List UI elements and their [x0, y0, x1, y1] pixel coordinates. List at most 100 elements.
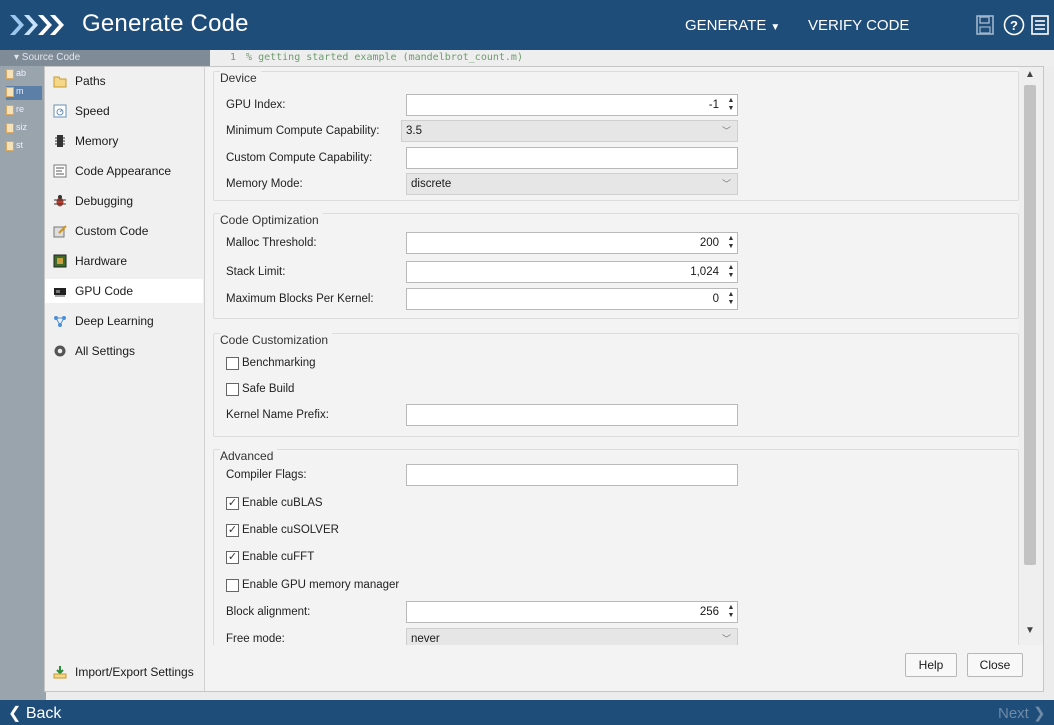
code-optimization-title: Code Optimization — [220, 213, 323, 227]
stack-limit-field[interactable]: 1,024 ▲ ▼ — [406, 261, 738, 283]
back-button[interactable]: ❮ Back — [8, 703, 61, 723]
code-editor-line: 1% getting started example (mandelbrot_c… — [210, 50, 1054, 66]
import-export-settings-button[interactable]: Import/Export Settings — [45, 657, 203, 687]
code-customization-group: Code Customization Benchmarking Safe Bui… — [213, 333, 1019, 437]
chevron-right-icon: ❯ — [1028, 705, 1046, 722]
nav-item-deep-learning[interactable]: Deep Learning — [45, 309, 203, 333]
file-icon — [6, 68, 14, 79]
nav-item-memory[interactable]: Memory — [45, 129, 203, 153]
code-appearance-icon — [53, 164, 67, 178]
file-icon — [6, 104, 14, 115]
memory-chip-icon — [55, 135, 65, 147]
nav-item-custom-code[interactable]: Custom Code — [45, 219, 203, 243]
source-file-item[interactable]: re — [6, 104, 42, 118]
nav-item-paths[interactable]: Paths — [45, 69, 203, 93]
scrollbar-thumb[interactable] — [1024, 85, 1036, 565]
max-blocks-per-kernel-field[interactable]: 0 ▲ ▼ — [406, 288, 738, 310]
malloc-threshold-field[interactable]: 200 ▲ ▼ — [406, 232, 738, 254]
nav-item-debugging[interactable]: Debugging — [45, 189, 203, 213]
checkmark-icon[interactable]: ✓ — [226, 550, 239, 564]
bottom-bar: ❮ Back Next ❯ — [0, 700, 1054, 725]
verify-code-button[interactable]: VERIFY CODE — [808, 17, 909, 34]
chevron-down-icon: ﹀ — [721, 634, 731, 644]
checkbox-icon[interactable] — [226, 578, 239, 592]
block-alignment-label: Block alignment: — [226, 606, 311, 618]
nav-item-speed[interactable]: Speed — [45, 99, 203, 123]
file-icon — [6, 86, 14, 97]
folder-icon — [53, 76, 67, 88]
stack-limit-label: Stack Limit: — [226, 266, 286, 278]
custom-compute-capability-label: Custom Compute Capability: — [226, 152, 373, 164]
source-file-item[interactable]: m — [6, 86, 42, 100]
title-bar: Generate Code GENERATE ▼ VERIFY CODE ? — [0, 0, 1054, 50]
enable-gpu-memory-manager-checkbox[interactable]: Enable GPU memory manager — [226, 574, 399, 596]
chevron-down-icon: ▼ — [770, 22, 781, 33]
next-button[interactable]: Next ❯ — [998, 704, 1046, 722]
checkbox-icon[interactable] — [226, 382, 239, 396]
checkbox-icon[interactable] — [226, 356, 239, 370]
enable-cublas-checkbox[interactable]: ✓ Enable cuBLAS — [226, 492, 323, 514]
free-mode-label: Free mode: — [226, 633, 285, 645]
help-icon[interactable]: ? — [1003, 14, 1025, 36]
settings-dialog: Paths Speed Memory Code Appearance Debug… — [44, 66, 1044, 692]
bug-icon — [54, 195, 66, 207]
code-customization-title: Code Customization — [220, 333, 333, 347]
gpu-index-label: GPU Index: — [226, 99, 286, 111]
spinner-icon[interactable]: ▲ ▼ — [726, 264, 736, 280]
vertical-scrollbar[interactable]: ▲ ▼ — [1019, 67, 1043, 645]
network-icon — [54, 316, 66, 327]
settings-content: Device GPU Index: -1 ▲ ▼ Minimum Compute C… — [205, 67, 1019, 645]
compiler-flags-field[interactable] — [406, 464, 738, 486]
memory-mode-dropdown[interactable]: discrete ﹀ — [406, 173, 738, 195]
compiler-flags-label: Compiler Flags: — [226, 469, 307, 481]
max-blocks-per-kernel-label: Maximum Blocks Per Kernel: — [226, 293, 374, 305]
spinner-icon[interactable]: ▲ ▼ — [726, 97, 736, 113]
gpu-index-field[interactable]: -1 ▲ ▼ — [406, 94, 738, 116]
scroll-up-icon[interactable]: ▲ — [1025, 69, 1035, 80]
custom-code-icon — [53, 225, 67, 238]
checkmark-icon[interactable]: ✓ — [226, 523, 239, 537]
benchmarking-checkbox[interactable]: Benchmarking — [226, 352, 316, 374]
import-export-icon — [53, 666, 67, 679]
help-button[interactable]: Help — [905, 653, 957, 677]
source-file-item[interactable]: siz — [6, 122, 42, 136]
min-compute-capability-dropdown[interactable]: 3.5 ﹀ — [401, 120, 738, 142]
nav-item-gpu-code[interactable]: GPU Code — [45, 279, 203, 303]
scroll-down-icon[interactable]: ▼ — [1025, 625, 1035, 636]
advanced-title: Advanced — [220, 449, 278, 463]
source-file-item[interactable]: ab — [6, 68, 42, 82]
device-group: Device GPU Index: -1 ▲ ▼ Minimum Compute C… — [213, 71, 1019, 201]
custom-compute-capability-field[interactable] — [406, 147, 738, 169]
enable-cufft-checkbox[interactable]: ✓ Enable cuFFT — [226, 546, 314, 568]
min-compute-capability-label: Minimum Compute Capability: — [226, 125, 380, 137]
generate-button[interactable]: GENERATE ▼ — [685, 17, 780, 34]
settings-nav: Paths Speed Memory Code Appearance Debug… — [45, 67, 205, 691]
kernel-name-prefix-label: Kernel Name Prefix: — [226, 409, 329, 421]
block-alignment-field[interactable]: 256 ▲ ▼ — [406, 601, 738, 623]
source-file-item[interactable]: st — [6, 140, 42, 154]
enable-cusolver-checkbox[interactable]: ✓ Enable cuSOLVER — [226, 519, 339, 541]
spinner-icon[interactable]: ▲ ▼ — [726, 235, 736, 251]
safe-build-checkbox[interactable]: Safe Build — [226, 378, 294, 400]
menu-icon[interactable] — [1030, 14, 1050, 36]
nav-item-hardware[interactable]: Hardware — [45, 249, 203, 273]
generate-code-logo-icon — [10, 15, 64, 35]
save-icon[interactable] — [975, 14, 995, 36]
nav-item-code-appearance[interactable]: Code Appearance — [45, 159, 203, 183]
device-group-title: Device — [220, 71, 261, 85]
close-button[interactable]: Close — [967, 653, 1023, 677]
gpu-card-icon — [54, 288, 66, 297]
spinner-icon[interactable]: ▲ ▼ — [726, 604, 736, 620]
kernel-name-prefix-field[interactable] — [406, 404, 738, 426]
chevron-left-icon: ❮ — [8, 705, 26, 722]
chevron-down-icon: ﹀ — [721, 179, 731, 189]
file-icon — [6, 122, 14, 133]
nav-item-all-settings[interactable]: All Settings — [45, 339, 203, 363]
checkmark-icon[interactable]: ✓ — [226, 496, 239, 510]
app-title: Generate Code — [82, 10, 249, 37]
chevron-down-icon: ﹀ — [721, 126, 731, 136]
spinner-icon[interactable]: ▲ ▼ — [726, 291, 736, 307]
advanced-group: Advanced Compiler Flags: ✓ Enable cuBLAS … — [213, 449, 1019, 645]
svg-text:?: ? — [1010, 18, 1018, 33]
free-mode-dropdown[interactable]: never ﹀ — [406, 628, 738, 645]
